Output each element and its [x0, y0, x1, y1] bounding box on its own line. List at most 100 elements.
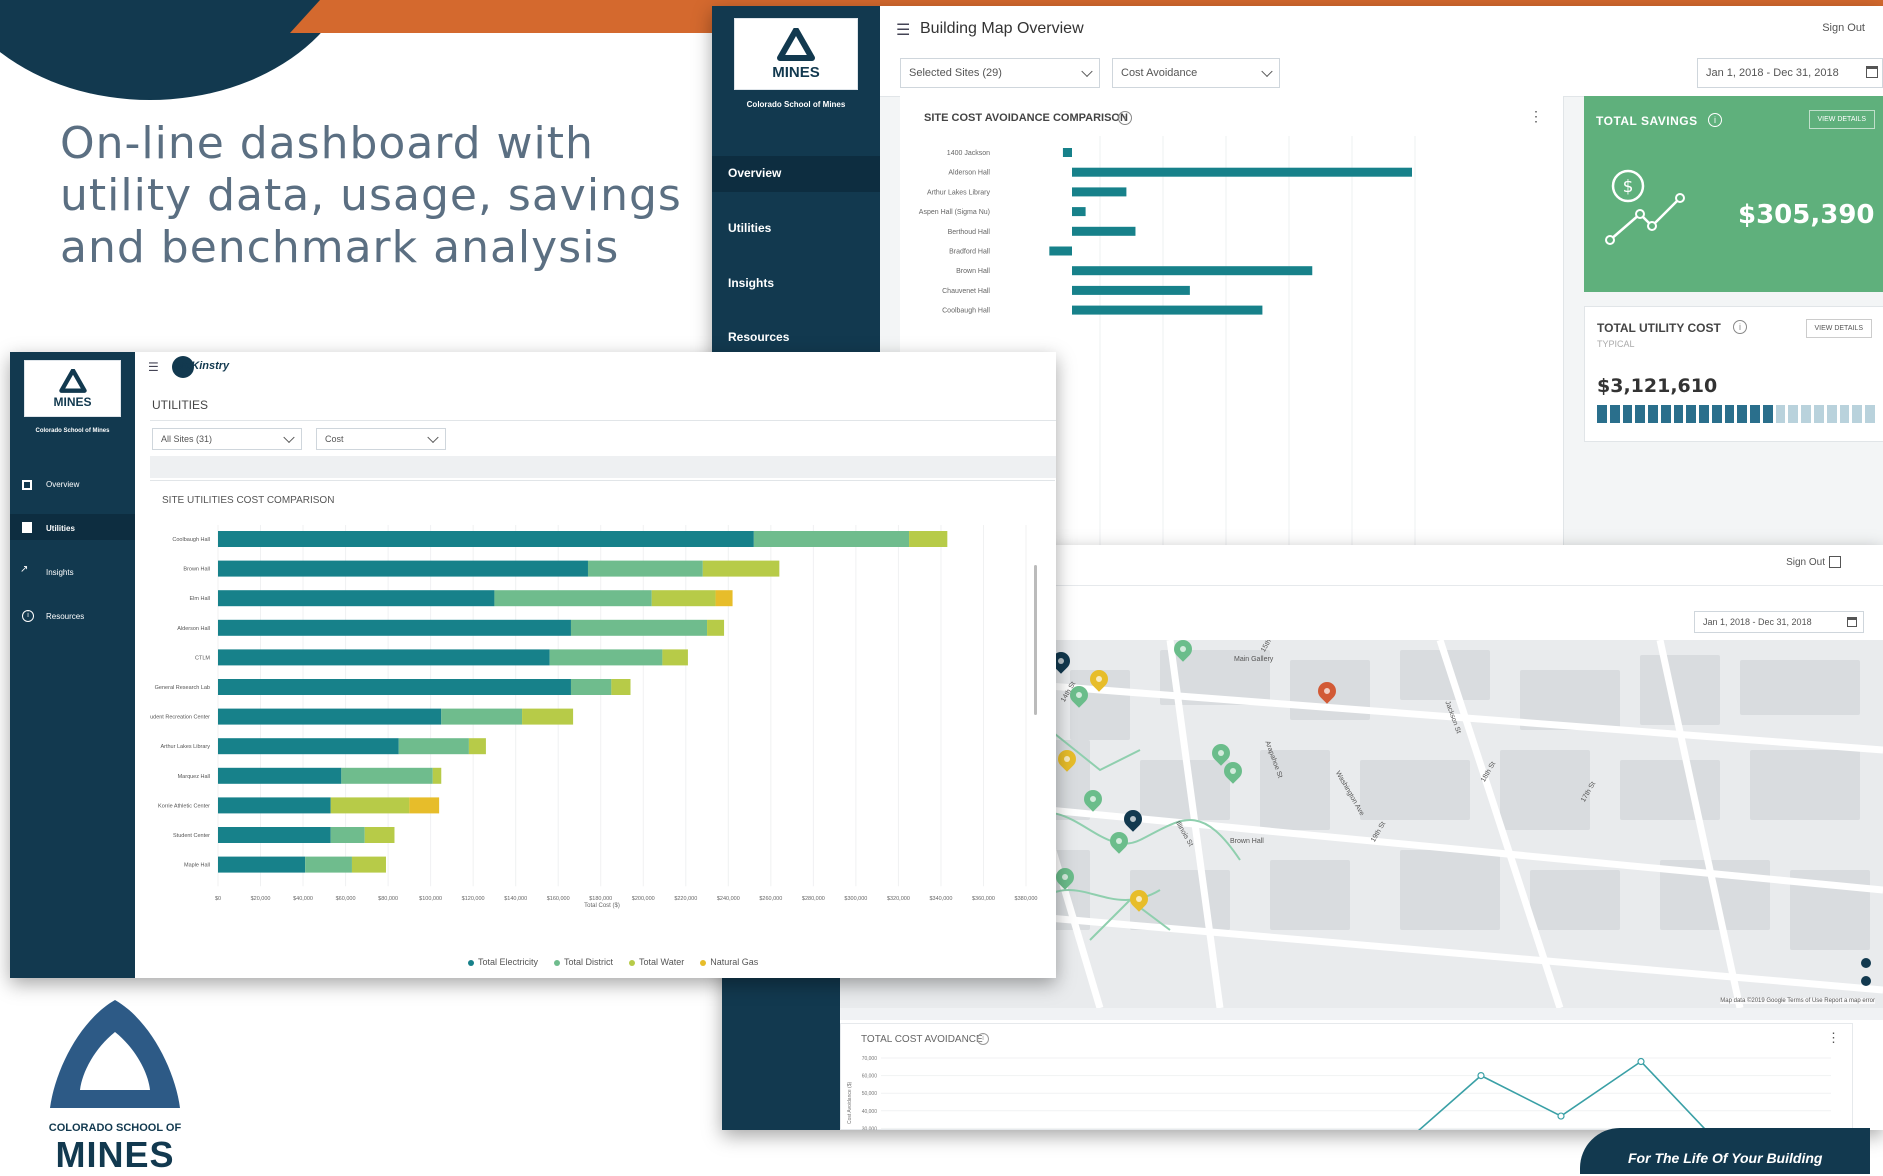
selected-sites-value: Selected Sites (29)	[909, 67, 1002, 79]
map-block	[1500, 750, 1590, 830]
bar-category-label: Aspen Hall (Sigma Nu)	[919, 209, 990, 216]
view-details-button[interactable]: VIEW DETAILS	[1808, 110, 1875, 129]
chart-scrollbar[interactable]	[1034, 565, 1037, 715]
cost-bar-segment	[1852, 405, 1863, 423]
view-details-button[interactable]: VIEW DETAILS	[1805, 319, 1872, 338]
x-tick-label: $20,000	[251, 896, 271, 902]
cost-avoidance-bar	[1072, 226, 1136, 236]
y-tick-label: 70,000	[862, 1056, 878, 1062]
cost-bar-segment	[1635, 405, 1646, 423]
hamburger-icon[interactable]: ☰	[896, 20, 910, 40]
sign-out-link[interactable]: Sign Out	[1822, 22, 1865, 34]
utilities-nav-overview[interactable]: Overview	[46, 480, 79, 489]
utilities-sidebar: MINES Colorado School of Mines Overview …	[10, 352, 135, 978]
utilities-chart-title: SITE UTILITIES COST COMPARISON	[162, 495, 335, 506]
info-icon[interactable]: i	[1708, 113, 1722, 127]
y-tick-label: 30,000	[862, 1126, 878, 1130]
electricity-segment	[218, 827, 331, 843]
nav-insights[interactable]: Insights	[728, 276, 774, 290]
x-tick-label: $200,000	[632, 896, 655, 902]
utilities-logo: MINES	[24, 360, 121, 417]
metric-dropdown[interactable]: Cost Avoidance	[1112, 58, 1280, 88]
water-segment	[909, 531, 948, 547]
cost-avoidance-line-chart: Cost Avoidance ($) 70,000 60,000 50,000 40,0…	[847, 1056, 1831, 1130]
trend-icon: ↗	[20, 564, 29, 575]
hamburger-icon[interactable]: ☰	[148, 360, 159, 374]
electricity-segment	[218, 767, 342, 784]
bar-category-label: Alderson Hall	[177, 626, 210, 632]
overview-org-name: Colorado School of Mines	[746, 100, 846, 109]
water-segment	[432, 767, 442, 784]
nav-resources[interactable]: Resources	[728, 330, 789, 344]
zoom-out-icon[interactable]	[1861, 976, 1871, 986]
selected-sites-dropdown[interactable]: Selected Sites (29)	[900, 58, 1100, 88]
map-block	[1400, 850, 1500, 930]
water-segment	[611, 679, 631, 695]
cost-bar-segment	[1801, 405, 1812, 423]
mines-footer-logo: COLORADO SCHOOL OF MINES	[30, 990, 200, 1175]
kebab-menu-icon[interactable]: ⋮	[1529, 108, 1543, 125]
cost-bar-segment	[1622, 405, 1633, 423]
cost-dropdown[interactable]: Cost	[316, 428, 446, 450]
gas-segment	[715, 590, 733, 607]
utilities-cost-chart: $0 $20,000 $40,000 $60,000 $80,000 $100,000 $1…	[150, 525, 1037, 909]
map-date-range-picker[interactable]: Jan 1, 2018 - Dec 31, 2018	[1694, 611, 1864, 633]
sign-out-link[interactable]: Sign Out	[1786, 557, 1825, 568]
total-utility-cost-card: TOTAL UTILITY COST i TYPICAL VIEW DETAIL…	[1584, 306, 1883, 442]
x-tick-label: $140,000	[504, 896, 527, 902]
metric-value: Cost Avoidance	[1121, 67, 1198, 79]
zoom-in-icon[interactable]	[1861, 958, 1871, 968]
all-sites-dropdown[interactable]: All Sites (31)	[152, 428, 302, 450]
water-segment	[364, 827, 395, 843]
sign-out-icon[interactable]	[1829, 556, 1841, 568]
utilities-logo-text: MINES	[53, 394, 92, 409]
x-axis-label: Total Cost ($)	[584, 903, 620, 909]
cost-avoidance-bar	[1072, 266, 1313, 276]
x-tick-label: $300,000	[844, 896, 867, 902]
nav-utilities[interactable]: Utilities	[728, 221, 771, 235]
overview-logo: MINES	[734, 18, 858, 90]
water-segment	[662, 649, 688, 666]
district-segment	[753, 531, 910, 547]
district-segment	[587, 560, 703, 577]
nav-overview[interactable]: Overview	[728, 166, 781, 180]
mines-triangle-icon	[50, 1000, 180, 1108]
x-tick-label: $360,000	[972, 896, 995, 902]
date-range-picker[interactable]: Jan 1, 2018 - Dec 31, 2018	[1697, 58, 1883, 88]
x-tick-label: $180,000	[589, 896, 612, 902]
utilities-nav-utilities[interactable]: Utilities	[46, 524, 75, 533]
bar-category-label: Korrie Athletic Center	[158, 803, 210, 809]
cost-bar-segment	[1597, 405, 1607, 423]
cost-bar-segment	[1673, 405, 1684, 423]
x-tick-label: $40,000	[293, 896, 313, 902]
mines-shield-icon	[58, 368, 87, 393]
utilities-nav-resources[interactable]: Resources	[46, 612, 84, 621]
date-range-value: Jan 1, 2018 - Dec 31, 2018	[1706, 67, 1839, 79]
footer-logo-line1: COLORADO SCHOOL OF	[48, 1122, 182, 1134]
bar-category-label: Berthoud Hall	[948, 229, 991, 236]
map-block	[1530, 870, 1620, 930]
electricity-segment	[218, 649, 550, 666]
electricity-segment	[218, 738, 399, 755]
info-icon[interactable]: i	[1118, 111, 1132, 125]
info-icon[interactable]: i	[1733, 320, 1747, 334]
water-segment	[522, 708, 574, 725]
cost-value: Cost	[325, 434, 344, 444]
utilities-nav-insights[interactable]: Insights	[46, 568, 74, 577]
electricity-segment	[218, 590, 495, 607]
map-block	[1640, 655, 1720, 725]
x-tick-label: $60,000	[336, 896, 356, 902]
utilities-chart-panel: SITE UTILITIES COST COMPARISON $0 $20,000…	[150, 480, 1055, 978]
overview-topbar: ☰ Building Map Overview Sign Out	[880, 6, 1883, 53]
x-tick-label: $340,000	[929, 896, 952, 902]
navy-corner-shape	[0, 0, 360, 100]
cost-bar-segment	[1865, 405, 1875, 423]
water-segment	[651, 590, 716, 607]
cost-avoidance-bar	[1072, 305, 1263, 315]
info-icon: i	[22, 610, 34, 622]
cost-bar-segment	[1788, 405, 1799, 423]
cost-avoidance-bar	[1062, 148, 1072, 157]
electricity-segment	[218, 560, 588, 577]
x-tick-label: $80,000	[378, 896, 398, 902]
cost-bar-segment	[1660, 405, 1671, 423]
